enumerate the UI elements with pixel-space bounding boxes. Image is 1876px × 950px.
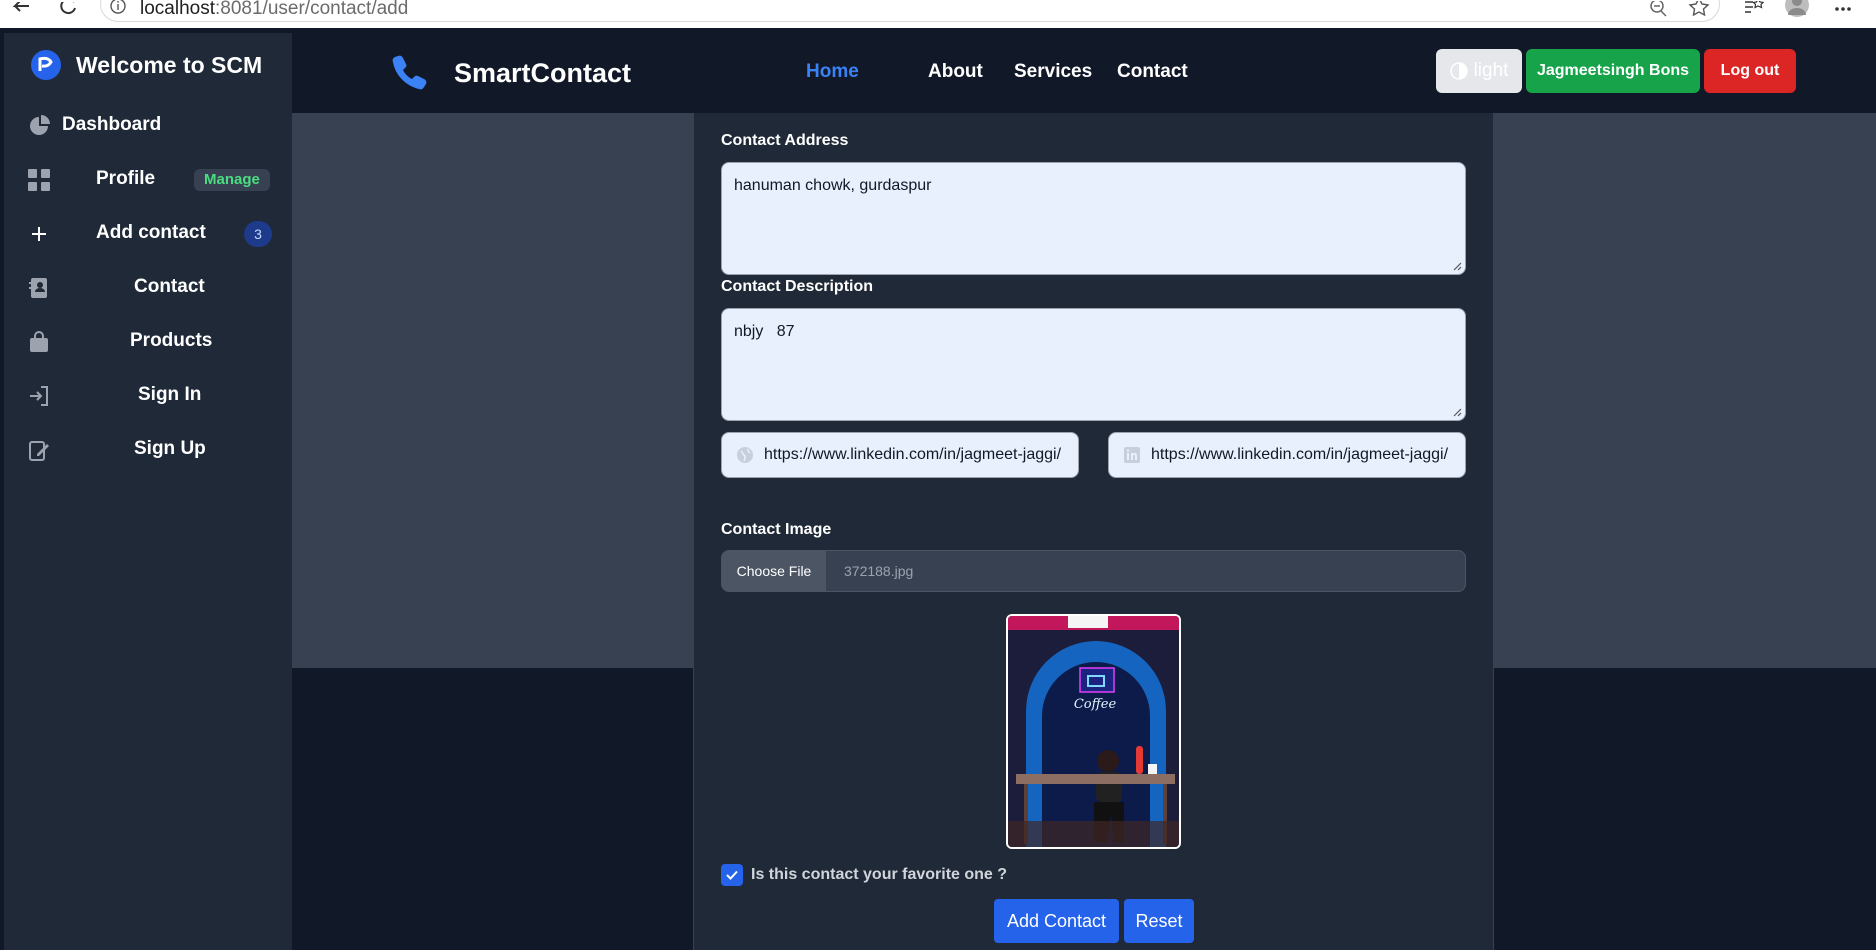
zoom-out-icon[interactable] [1646,0,1672,19]
sidebar-brand[interactable]: Welcome to SCM [30,49,262,81]
reload-icon[interactable] [54,0,84,20]
contact-description-field[interactable]: nbjy 87 [721,308,1466,421]
add-contact-button[interactable]: Add Contact [994,899,1119,943]
contact-description-label: Contact Description [721,278,874,295]
profile-avatar-icon[interactable] [1784,0,1810,19]
nav-link-about[interactable]: About [928,61,983,83]
back-icon[interactable] [6,0,36,20]
user-profile-button[interactable]: Jagmeetsingh Bons [1526,49,1700,93]
half-circle-icon [1449,62,1468,80]
website-link-value: https://www.linkedin.com/in/jagmeet-jagg… [764,446,1062,463]
grid-icon [26,167,52,193]
sidebar-item-label: Contact [134,276,205,297]
favorite-label: Is this contact your favorite one ? [751,866,1008,883]
selected-file-name: 372188.jpg [844,563,914,579]
linkedin-link-value: https://www.linkedin.com/in/jagmeet-jagg… [1151,446,1449,463]
manage-badge[interactable]: Manage [194,169,270,191]
choose-file-button[interactable]: Choose File [722,551,826,591]
checkmark-icon [726,870,738,880]
contact-image-file-input[interactable]: Choose File 372188.jpg [721,550,1466,592]
sidebar-item-label: Dashboard [62,114,162,135]
reset-button[interactable]: Reset [1124,899,1194,943]
theme-toggle-label: light [1473,60,1509,81]
resize-handle-icon[interactable] [1452,407,1462,417]
chart-pie-icon [26,113,52,139]
browser-toolbar: localhost:8081/user/contact/add [0,0,1876,28]
url-path: :8081/user/contact/add [215,0,409,19]
linkedin-link-field[interactable]: https://www.linkedin.com/in/jagmeet-jagg… [1108,432,1466,478]
logo-text[interactable]: SmartContact [454,58,631,89]
sign-in-icon [26,383,52,409]
svg-text:Coffee: Coffee [1074,697,1117,712]
plus-icon [26,221,52,247]
contact-image-preview: Coffee [1006,614,1181,849]
sidebar: Welcome to SCM Dashboard Profile Manage … [4,33,292,950]
sidebar-item-label: Add contact [96,222,206,243]
favorite-checkbox-row[interactable]: Is this contact your favorite one ? [721,864,1007,886]
more-options-icon[interactable] [1830,0,1856,19]
nav-link-services[interactable]: Services [1014,61,1092,83]
favorite-checkbox[interactable] [721,864,743,886]
sidebar-item-dashboard[interactable]: Dashboard [4,103,292,147]
nav-link-home[interactable]: Home [806,61,859,83]
contact-image-label: Contact Image [721,521,832,538]
top-navbar: SmartContact Home About Services Contact… [292,33,1876,113]
favorite-star-icon[interactable] [1686,0,1712,19]
contact-count-badge: 3 [244,221,272,247]
sidebar-item-sign-in[interactable]: Sign In [4,373,292,417]
sidebar-item-sign-up[interactable]: Sign Up [4,427,292,471]
globe-icon [737,447,753,463]
sidebar-item-label: Profile [96,168,156,189]
nav-link-contact[interactable]: Contact [1117,61,1188,83]
address-book-icon [26,275,52,301]
sidebar-brand-title: Welcome to SCM [76,51,263,78]
reading-list-icon[interactable] [1740,0,1766,19]
contact-description-value: nbjy 87 [734,323,795,340]
sidebar-item-add-contact[interactable]: Add contact 3 [4,211,292,255]
logout-button[interactable]: Log out [1704,49,1796,93]
sidebar-item-label: Products [130,330,213,351]
url-host: localhost [140,0,215,19]
contact-address-field[interactable]: hanuman chowk, gurdaspur [721,162,1466,275]
website-link-field[interactable]: https://www.linkedin.com/in/jagmeet-jagg… [721,432,1079,478]
sidebar-item-label: Sign In [138,384,202,405]
sidebar-item-profile[interactable]: Profile Manage [4,157,292,201]
contact-address-label: Contact Address [721,132,849,149]
linkedin-icon [1124,447,1140,463]
sidebar-item-contact[interactable]: Contact [4,265,292,309]
theme-toggle-button[interactable]: light [1436,49,1522,93]
phone-icon [390,53,428,91]
contact-address-value: hanuman chowk, gurdaspur [734,177,932,194]
brand-logo-icon [31,50,61,80]
add-contact-form: Contact Address hanuman chowk, gurdaspur… [693,113,1494,950]
url-text: localhost:8081/user/contact/add [140,0,408,20]
sign-up-icon [26,437,52,463]
sidebar-item-label: Sign Up [134,438,206,459]
sidebar-item-products[interactable]: Products [4,319,292,363]
site-info-icon[interactable] [110,0,126,14]
resize-handle-icon[interactable] [1452,261,1462,271]
shopping-bag-icon [26,329,52,355]
